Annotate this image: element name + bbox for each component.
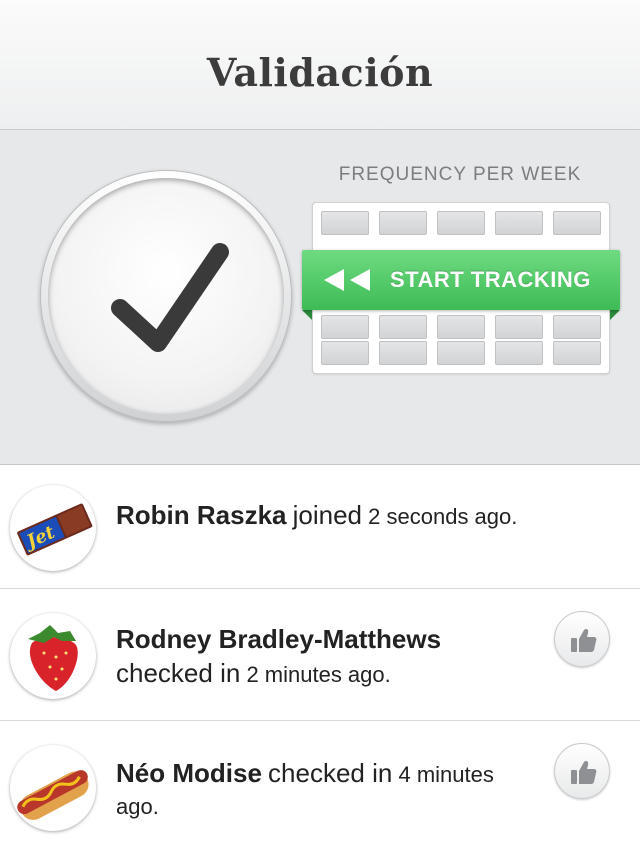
frequency-cell[interactable] [553,341,601,365]
feed-item: Néo Modise checked in 4 minutes ago. [0,721,640,841]
frequency-cell[interactable] [495,315,543,339]
tracker-panel: FREQUENCY PER WEEK START TRACKING [0,130,640,465]
avatar[interactable]: Jet [10,485,96,571]
thumbs-up-icon [571,629,597,652]
user-name[interactable]: Robin Raszka [116,500,287,530]
frequency-cell[interactable] [495,211,543,235]
header-bar: Validación [0,0,640,130]
checkmark-icon [111,243,229,352]
like-button[interactable] [554,611,610,667]
like-button[interactable] [554,743,610,799]
user-name[interactable]: Néo Modise [116,758,262,788]
feed-text: Néo Modise checked in 4 minutes ago. [116,757,536,823]
ribbon-fold [302,310,312,320]
timestamp: 2 seconds ago. [368,504,518,529]
frequency-cell[interactable] [379,341,427,365]
start-tracking-button[interactable]: START TRACKING [302,250,620,310]
chocolate-bar-icon: Jet [17,503,93,556]
frequency-cell[interactable] [379,211,427,235]
avatar[interactable] [10,613,96,699]
user-name[interactable]: Rodney Bradley-Matthews [116,624,441,654]
rewind-icon [324,269,370,291]
frequency-cell[interactable] [437,341,485,365]
timestamp: 2 minutes ago. [246,662,391,687]
page-title: Validación [206,50,434,95]
action-text: checked in [116,658,241,688]
frequency-cell[interactable] [321,341,369,365]
hot-dog-icon [17,770,89,820]
start-tracking-label: START TRACKING [390,267,591,292]
feed-item: Rodney Bradley-Matthews checked in 2 min… [0,589,640,721]
frequency-cell[interactable] [321,211,369,235]
ribbon-fold [610,310,620,320]
feed-text: Rodney Bradley-Matthews checked in 2 min… [116,623,536,691]
feed-item: Jet Robin Raszka joined 2 seconds ago. [0,465,640,589]
strawberry-icon [28,625,78,691]
feed-text: Robin Raszka joined 2 seconds ago. [116,499,536,533]
frequency-cell[interactable] [437,315,485,339]
action-text: checked in [268,758,393,788]
frequency-title: FREQUENCY PER WEEK [338,164,582,185]
frequency-cell[interactable] [553,315,601,339]
frequency-cell[interactable] [495,341,543,365]
avatar[interactable] [10,745,96,831]
frequency-cell[interactable] [553,211,601,235]
frequency-cell[interactable] [321,315,369,339]
frequency-cell[interactable] [379,315,427,339]
action-text: joined [292,500,363,530]
check-dial [48,178,284,414]
check-in-button[interactable] [40,170,292,422]
thumbs-up-icon [571,761,597,784]
frequency-cell[interactable] [437,211,485,235]
